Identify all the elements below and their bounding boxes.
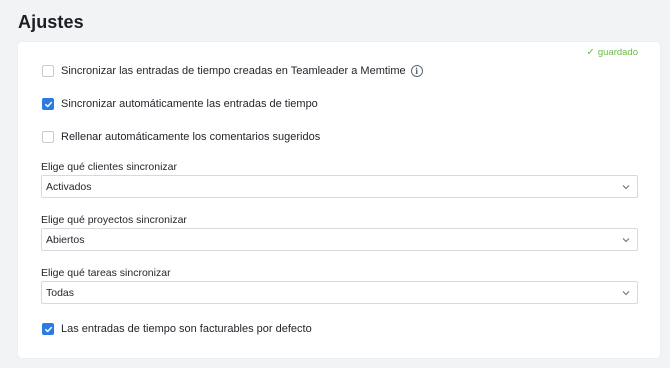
settings-card: ✓ guardado Sincronizar las entradas de t…: [18, 42, 660, 358]
check-icon: ✓: [586, 46, 595, 58]
page-title: Ajustes: [18, 12, 84, 32]
option-auto-sync[interactable]: Sincronizar automáticamente las entradas…: [42, 98, 318, 110]
option-autofill-comments[interactable]: Rellenar automáticamente los comentarios…: [42, 131, 320, 143]
clients-select-label: Elige qué clientes sincronizar: [41, 161, 177, 173]
saved-status: ✓ guardado: [586, 47, 638, 58]
option-billable-default[interactable]: Las entradas de tiempo son facturables p…: [42, 323, 312, 335]
projects-select-value: Abiertos: [46, 233, 85, 246]
projects-select-label: Elige qué proyectos sincronizar: [41, 214, 187, 226]
chevron-down-icon: [622, 291, 630, 296]
checkmark-icon: [44, 326, 52, 332]
projects-select[interactable]: Abiertos: [41, 228, 638, 251]
tasks-select[interactable]: Todas: [41, 281, 638, 304]
checkmark-icon: [44, 101, 52, 107]
tasks-select-value: Todas: [46, 286, 75, 299]
autofill-comments-label: Rellenar automáticamente los comentarios…: [61, 131, 321, 143]
clients-select[interactable]: Activados: [41, 175, 638, 198]
autofill-comments-checkbox[interactable]: [42, 131, 54, 143]
chevron-down-icon: [622, 238, 630, 243]
chevron-down-icon: [622, 185, 630, 190]
sync-created-label: Sincronizar las entradas de tiempo cread…: [61, 65, 406, 77]
clients-select-value: Activados: [46, 180, 92, 193]
auto-sync-checkbox[interactable]: [42, 98, 54, 110]
auto-sync-label: Sincronizar automáticamente las entradas…: [61, 98, 318, 110]
billable-default-checkbox[interactable]: [42, 323, 54, 335]
sync-created-checkbox[interactable]: [42, 65, 54, 77]
saved-status-label: guardado: [597, 47, 638, 58]
option-sync-created[interactable]: Sincronizar las entradas de tiempo cread…: [42, 65, 423, 77]
info-icon[interactable]: i: [410, 65, 423, 77]
billable-default-label: Las entradas de tiempo son facturables p…: [61, 323, 312, 335]
tasks-select-label: Elige qué tareas sincronizar: [41, 267, 171, 279]
